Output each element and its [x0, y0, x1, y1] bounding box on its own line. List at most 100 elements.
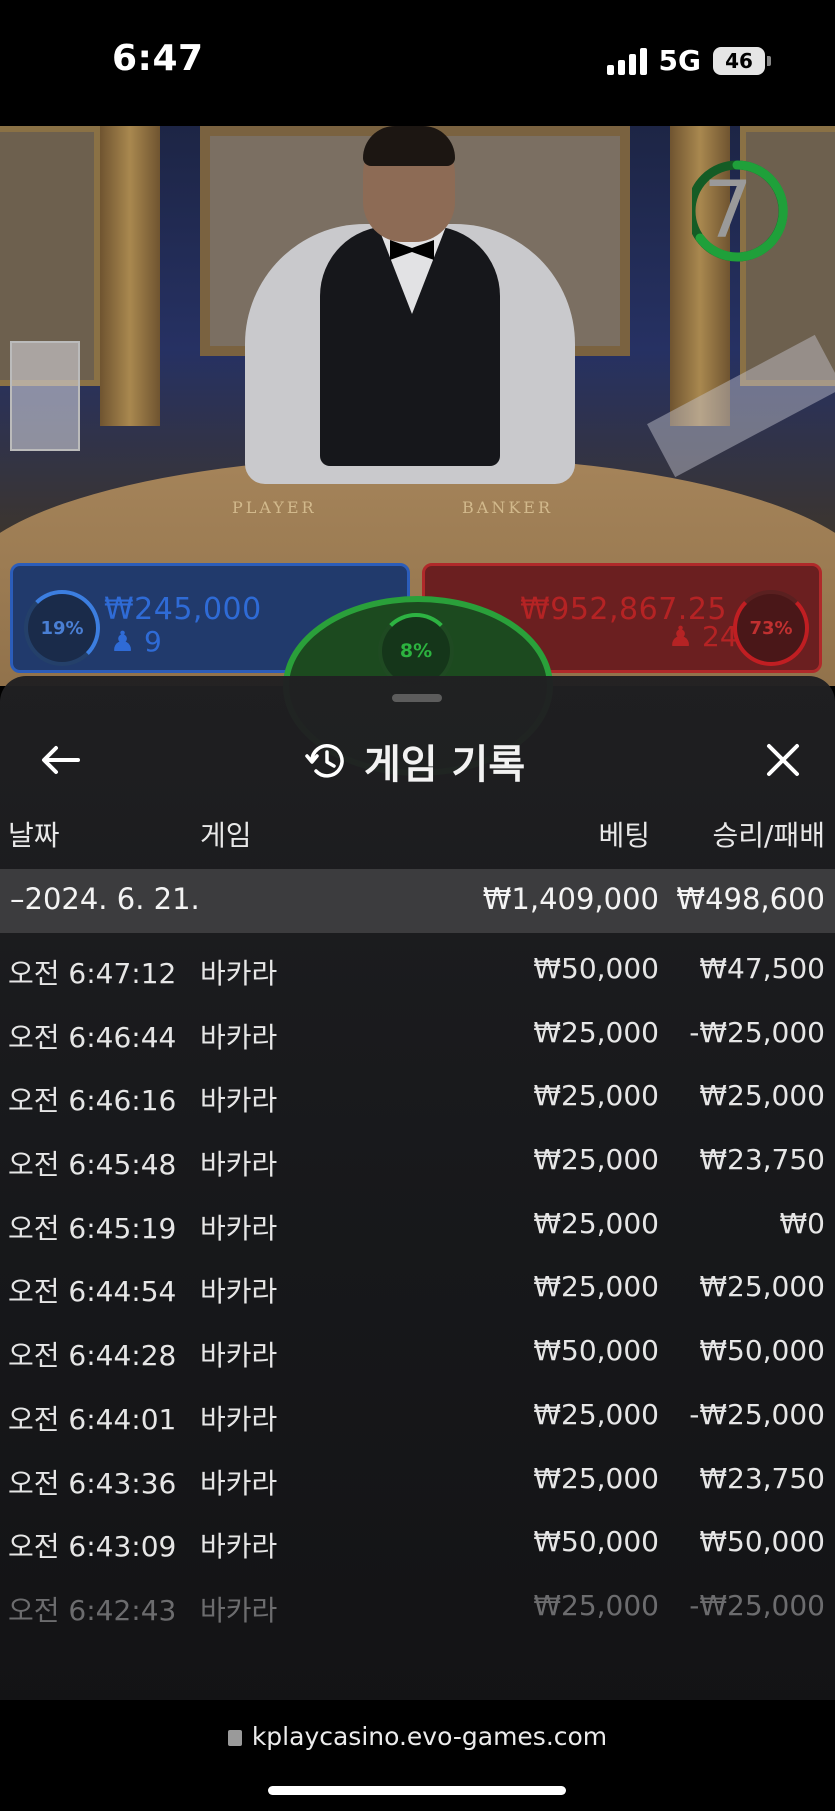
history-row[interactable]: 오전 6:44:54 바카라 ₩25,000 ₩25,000 [0, 1256, 835, 1320]
row-bet: ₩25,000 [533, 1588, 659, 1622]
network-type: 5G [658, 44, 701, 77]
row-win-loss: ₩25,000 [699, 1270, 825, 1304]
column-header-bet[interactable]: 베팅 [598, 814, 650, 854]
history-row[interactable]: 오전 6:43:36 바카라 ₩25,000 ₩23,750 [0, 1448, 835, 1512]
row-bet: ₩50,000 [533, 1334, 659, 1368]
sheet-title-group: 게임 기록 [304, 732, 525, 790]
history-row[interactable]: 오전 6:44:28 바카라 ₩50,000 ₩50,000 [0, 1320, 835, 1384]
history-row[interactable]: 오전 6:47:12 바카라 ₩50,000 ₩47,500 [0, 938, 835, 1002]
history-row[interactable]: 오전 6:45:48 바카라 ₩25,000 ₩23,750 [0, 1129, 835, 1193]
column-header-game[interactable]: 게임 [200, 814, 252, 854]
summary-date: –2024. 6. 21. [10, 882, 200, 916]
arrow-left-icon [42, 746, 80, 774]
row-win-loss: ₩23,750 [699, 1461, 825, 1495]
row-game: 바카라 [200, 1402, 278, 1436]
row-win-loss: ₩50,000 [699, 1334, 825, 1368]
countdown-timer-value: 7 [703, 166, 753, 256]
row-time: 오전 6:43:36 [8, 1466, 177, 1500]
status-bar: 6:47 5G 46 [0, 0, 835, 126]
player-percent: 19% [40, 617, 84, 639]
sheet-header: 게임 기록 [0, 720, 835, 800]
row-game: 바카라 [200, 1275, 278, 1309]
row-time: 오전 6:46:44 [8, 1020, 177, 1054]
history-row[interactable]: 오전 6:44:01 바카라 ₩25,000 -₩25,000 [0, 1384, 835, 1448]
player-bettor-count: ♟ 9 [110, 625, 162, 658]
battery-icon: 46 [713, 46, 771, 75]
lock-icon [227, 1730, 242, 1746]
row-game: 바카라 [200, 1530, 278, 1564]
close-icon [767, 744, 799, 776]
row-win-loss: ₩23,750 [699, 1143, 825, 1177]
player-total-amount: ₩245,000 [104, 592, 262, 627]
browser-address-bar[interactable]: kplaycasino.evo-games.com [0, 1700, 835, 1811]
pillar-left [100, 126, 160, 426]
row-game: 바카라 [200, 957, 278, 990]
banker-bettor-count: ♟ 24 [668, 620, 738, 653]
row-win-loss: -₩25,000 [689, 1397, 825, 1431]
status-indicators: 5G 46 [606, 44, 771, 77]
row-time: 오전 6:42:43 [8, 1593, 177, 1627]
row-game: 바카라 [200, 1339, 278, 1373]
row-time: 오전 6:44:01 [8, 1402, 177, 1436]
history-icon [305, 744, 344, 778]
row-win-loss: ₩50,000 [699, 1525, 825, 1559]
row-game: 바카라 [200, 1020, 278, 1054]
summary-win-loss-total: ₩498,600 [676, 882, 825, 916]
close-button[interactable] [757, 734, 809, 786]
row-game: 바카라 [200, 1084, 278, 1118]
row-time: 오전 6:46:16 [8, 1084, 177, 1118]
dealer-hair [363, 126, 455, 166]
banker-percent-ring: 73% [733, 590, 809, 666]
row-bet: ₩25,000 [533, 1270, 659, 1304]
row-bet: ₩25,000 [533, 1015, 659, 1049]
player-bettor-count-value: 9 [144, 625, 162, 658]
column-header-date[interactable]: 날짜 [8, 814, 60, 854]
row-time: 오전 6:44:28 [8, 1339, 177, 1373]
row-bet: ₩50,000 [533, 1525, 659, 1559]
row-win-loss: ₩0 [779, 1206, 826, 1240]
sheet-grab-handle[interactable] [392, 694, 442, 702]
player-percent-ring: 19% [24, 590, 100, 666]
row-time: 오전 6:43:09 [8, 1530, 177, 1564]
history-rows: 오전 6:47:12 바카라 ₩50,000 ₩47,500 오전 6:46:44 바카… [0, 938, 835, 1639]
history-row[interactable]: 오전 6:46:16 바카라 ₩25,000 ₩25,000 [0, 1065, 835, 1129]
date-summary-row[interactable]: –2024. 6. 21. ₩1,409,000 ₩498,600 [0, 869, 835, 933]
battery-level: 46 [725, 48, 753, 73]
row-bet: ₩25,000 [533, 1397, 659, 1431]
back-button[interactable] [34, 734, 86, 786]
history-row[interactable]: 오전 6:46:44 바카라 ₩25,000 -₩25,000 [0, 1002, 835, 1066]
row-time: 오전 6:47:12 [8, 957, 177, 990]
sheet-title: 게임 기록 [364, 742, 526, 788]
url-display[interactable]: kplaycasino.evo-games.com [0, 1722, 835, 1751]
table-label-player: PLAYER [232, 498, 317, 517]
row-time: 오전 6:45:48 [8, 1148, 177, 1182]
url-text: kplaycasino.evo-games.com [251, 1722, 608, 1751]
row-bet: ₩25,000 [533, 1143, 659, 1177]
table-label-banker: BANKER [462, 498, 553, 517]
row-game: 바카라 [200, 1211, 278, 1245]
history-row[interactable]: 오전 6:43:09 바카라 ₩50,000 ₩50,000 [0, 1511, 835, 1575]
row-win-loss: -₩25,000 [689, 1015, 825, 1049]
row-bet: ₩25,000 [533, 1461, 659, 1495]
home-indicator[interactable] [268, 1786, 566, 1795]
user-icon: ♟ [110, 625, 136, 658]
row-game: 바카라 [200, 1148, 278, 1182]
row-time: 오전 6:45:19 [8, 1211, 177, 1245]
cellular-signal-icon [606, 47, 647, 75]
row-win-loss: ₩25,000 [699, 1079, 825, 1113]
row-bet: ₩25,000 [533, 1079, 659, 1113]
status-time: 6:47 [112, 38, 204, 79]
row-bet: ₩25,000 [533, 1206, 659, 1240]
summary-bet-total: ₩1,409,000 [482, 882, 659, 916]
history-row[interactable]: 오전 6:42:43 바카라 ₩25,000 -₩25,000 [0, 1575, 835, 1639]
banker-percent: 73% [749, 617, 793, 639]
column-header-win-loss[interactable]: 승리/패배 [713, 814, 825, 854]
tie-percent: 8% [399, 640, 433, 662]
row-win-loss: ₩47,500 [699, 952, 825, 985]
row-game: 바카라 [200, 1593, 278, 1627]
row-game: 바카라 [200, 1466, 278, 1500]
history-row[interactable]: 오전 6:45:19 바카라 ₩25,000 ₩0 [0, 1193, 835, 1257]
game-history-sheet: 게임 기록 날짜 게임 베팅 승리/패배 –2024. 6. 21. ₩1,40… [0, 676, 835, 1700]
card-shoe [10, 341, 80, 451]
user-icon: ♟ [668, 620, 694, 653]
